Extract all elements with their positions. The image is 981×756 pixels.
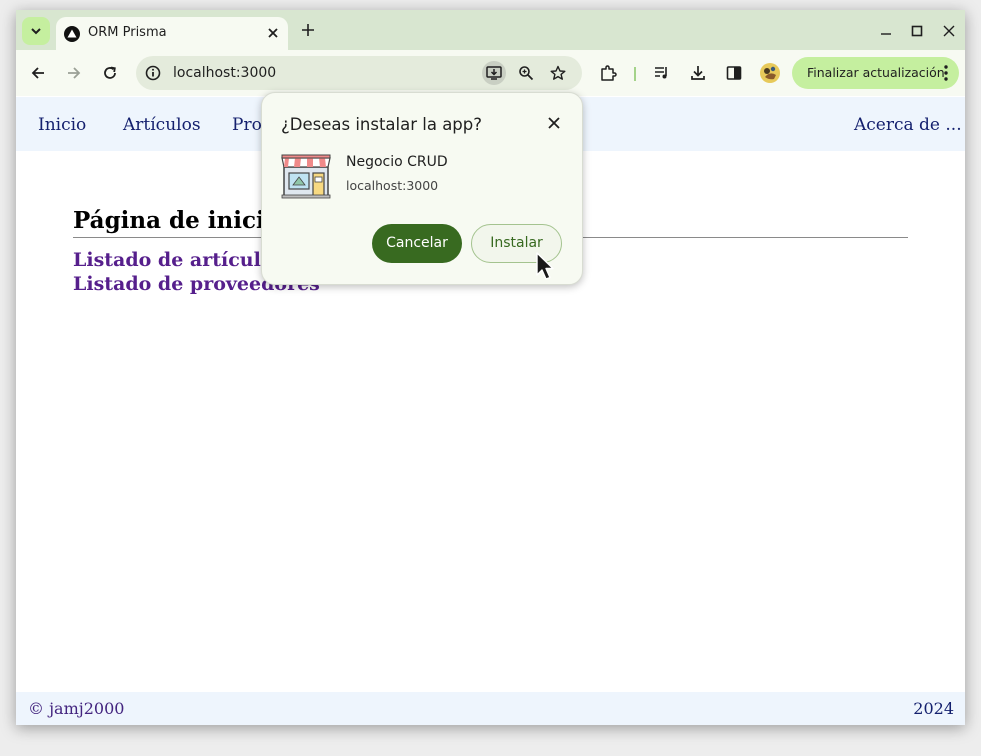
footer-year: 2024: [913, 699, 954, 718]
media-controls-button[interactable]: [650, 61, 674, 85]
zoom-icon: [519, 66, 534, 81]
close-window-button[interactable]: [939, 21, 959, 41]
zoom-button[interactable]: [514, 61, 538, 85]
more-menu-icon[interactable]: [943, 64, 949, 82]
close-icon: [548, 117, 560, 129]
plus-icon: [302, 24, 314, 36]
back-arrow-icon: [31, 67, 44, 79]
reload-icon: [104, 66, 116, 79]
cancel-button[interactable]: Cancelar: [372, 224, 462, 263]
forward-button[interactable]: [62, 61, 86, 85]
update-label: Finalizar actualización: [807, 65, 945, 80]
bookmark-star-icon: [550, 65, 566, 80]
back-button[interactable]: [26, 61, 50, 85]
tab-search-button[interactable]: [22, 17, 50, 45]
page-title: Página de inicio: [73, 207, 281, 234]
side-panel-button[interactable]: [722, 61, 746, 85]
minimize-icon: [881, 33, 891, 35]
dialog-title: ¿Deseas instalar la app?: [281, 115, 483, 134]
nav-link-acerca[interactable]: Acerca de ...: [854, 115, 962, 135]
download-icon: [691, 66, 705, 80]
mouse-cursor-icon: [536, 252, 554, 280]
browser-toolbar: localhost:3000 Finalizar actualización: [16, 50, 965, 96]
site-info-icon[interactable]: [145, 65, 161, 81]
maximize-icon: [911, 25, 923, 37]
dialog-app-url: localhost:3000: [346, 178, 439, 193]
triangle-circle-icon: [64, 26, 80, 42]
forward-arrow-icon: [68, 67, 81, 79]
reload-button[interactable]: [98, 61, 122, 85]
footer-copyright: © jamj2000: [28, 699, 125, 718]
minimize-button[interactable]: [876, 21, 896, 41]
site-footer: © jamj2000 2024: [16, 692, 965, 725]
bookmark-button[interactable]: [546, 61, 570, 85]
toolbar-separator: [634, 67, 636, 81]
close-icon: [943, 25, 955, 37]
profile-avatar-icon: [760, 63, 780, 83]
dialog-app-name: Negocio CRUD: [346, 154, 448, 170]
install-app-icon: [486, 66, 502, 80]
extensions-button[interactable]: [596, 61, 620, 85]
extensions-icon: [601, 65, 617, 81]
maximize-button[interactable]: [907, 21, 927, 41]
tab-close-button[interactable]: [264, 24, 282, 42]
dialog-close-button[interactable]: [544, 113, 564, 133]
install-app-button[interactable]: [482, 61, 506, 85]
tab-bar: ORM Prisma: [16, 10, 965, 50]
storefront-icon: [281, 154, 331, 199]
nav-link-articulos[interactable]: Artículos: [123, 115, 201, 135]
url-text[interactable]: localhost:3000: [173, 65, 276, 81]
side-panel-icon: [726, 66, 742, 80]
link-listado-articulos[interactable]: Listado de artículos: [73, 249, 284, 271]
nav-link-inicio[interactable]: Inicio: [38, 115, 86, 135]
new-tab-button[interactable]: [298, 20, 318, 40]
profile-button[interactable]: [758, 61, 782, 85]
tab-orm-prisma[interactable]: ORM Prisma: [56, 17, 288, 50]
tab-title: ORM Prisma: [88, 25, 167, 40]
close-icon: [268, 28, 278, 38]
downloads-button[interactable]: [686, 61, 710, 85]
media-icon: [655, 67, 667, 79]
chevron-down-icon: [31, 28, 41, 35]
address-bar[interactable]: localhost:3000: [136, 56, 582, 90]
finish-update-button[interactable]: Finalizar actualización: [792, 57, 959, 89]
